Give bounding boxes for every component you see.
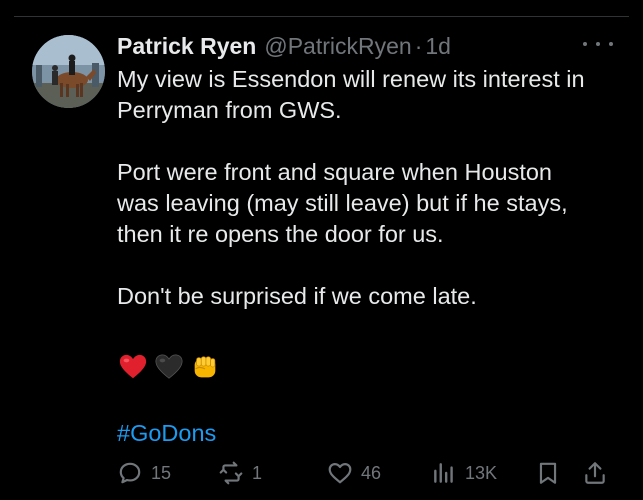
tweet-line: Port were front and square when Houston [117,159,553,185]
view-count: 13K [465,462,498,483]
avatar-image [32,35,105,108]
share-button[interactable] [582,455,608,491]
reply-icon [119,462,141,484]
separator-dot: · [414,33,423,59]
tweet-text: My view is Essendon will renew its inter… [117,64,622,312]
tweet-line: was leaving (may still leave) but if he … [117,190,568,216]
emoji-row [118,352,220,382]
share-icon [585,462,605,484]
black-heart-icon [155,354,183,379]
analytics-icon [434,463,453,483]
reply-button[interactable]: 15 [117,455,171,491]
heart-icon [328,463,352,484]
tweet[interactable]: Patrick Ryen @PatrickRyen · 1d My view i… [0,0,643,500]
bookmark-button[interactable] [535,455,561,491]
tweet-line: My view is Essendon will renew its inter… [117,66,585,92]
bookmark-icon [539,462,557,484]
reply-count: 15 [151,462,172,483]
like-button[interactable]: 46 [327,455,381,491]
repost-button[interactable]: 1 [218,455,262,491]
tweet-line: Don't be surprised if we come late. [117,283,477,309]
views-button[interactable]: 13K [431,455,497,491]
tweet-line: then it re opens the door for us. [117,221,444,247]
oncoming-fist-icon [194,356,216,378]
red-heart-icon [119,354,147,379]
tweet-line: Perryman from GWS. [117,97,342,123]
like-count: 46 [361,462,382,483]
display-name[interactable]: Patrick Ryen [117,32,256,60]
avatar[interactable] [32,35,105,108]
timestamp[interactable]: 1d [425,32,451,60]
repost-count: 1 [252,462,263,483]
action-bar: 15 1 46 13K [0,455,643,491]
repost-icon [219,461,243,485]
tweet-header: Patrick Ryen @PatrickRyen · 1d [117,32,451,60]
hashtag-link[interactable]: #GoDons [117,418,216,449]
more-options-icon[interactable] [583,34,613,54]
user-handle[interactable]: @PatrickRyen [264,32,411,60]
